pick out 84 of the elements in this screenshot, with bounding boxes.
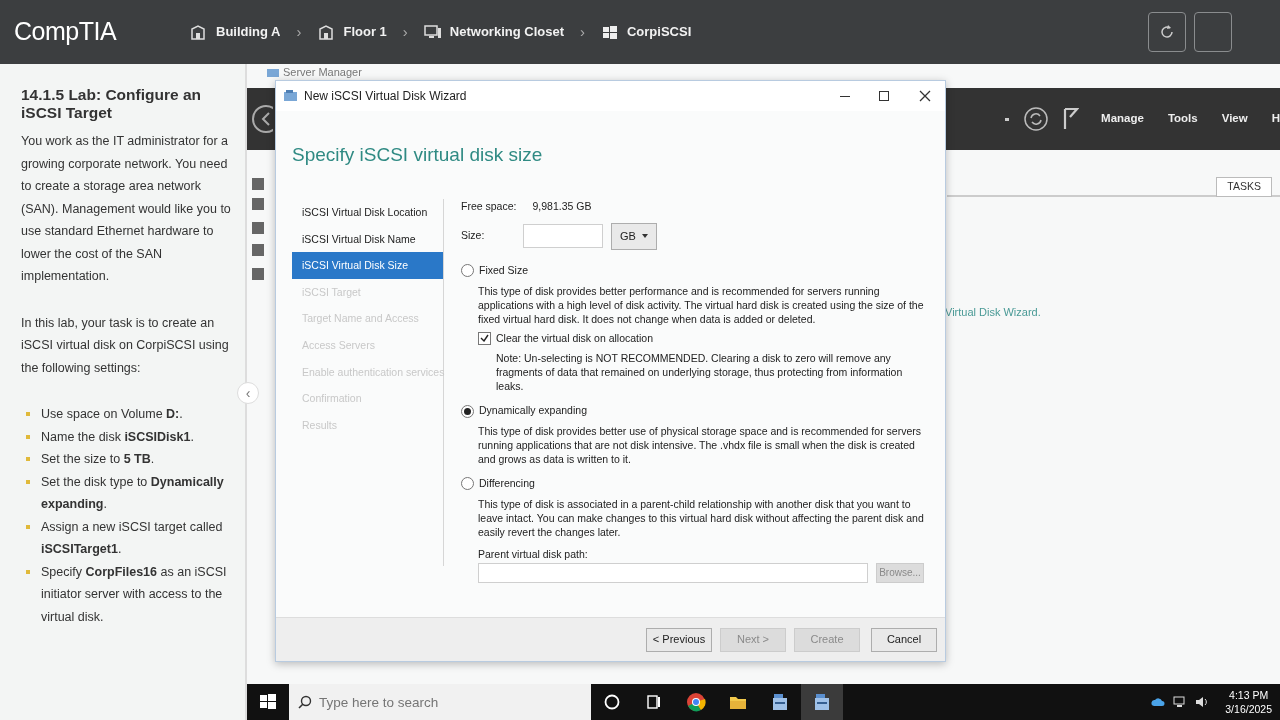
refresh-icon [1023, 106, 1050, 132]
monitor-icon [423, 23, 442, 41]
breadcrumb-separator: › [402, 21, 408, 42]
network-icon[interactable] [1173, 696, 1188, 708]
size-input[interactable] [523, 224, 603, 249]
radio-option[interactable]: Dynamically expanding [461, 403, 924, 419]
bullet-icon [26, 434, 30, 439]
breadcrumb-link[interactable]: Floor 1 [317, 22, 387, 42]
toolbar-button[interactable] [1194, 12, 1232, 52]
instructions-text: In this lab, your task is to create an iSCSI virtual disk on CorpiSCSI using the following settings: [21, 314, 230, 377]
lab-title: 14.1.5 Lab: Configure an iSCSI Target [21, 86, 202, 122]
server-icon [267, 67, 279, 77]
flag-icon [1063, 107, 1080, 131]
logo: CompTIA [13, 16, 118, 48]
radio-button[interactable] [461, 404, 474, 418]
window-title: Server Manager [283, 65, 362, 80]
refresh-icon [1158, 23, 1176, 41]
maximize-icon[interactable] [878, 90, 890, 102]
breadcrumb-link[interactable]: Building A [190, 22, 281, 42]
wizard-icon [282, 89, 300, 103]
speaker-icon[interactable] [1195, 696, 1210, 708]
caret-icon [642, 234, 648, 239]
bullet-icon [26, 569, 30, 574]
menu-item[interactable]: View [1221, 110, 1248, 128]
task-item: Set the disk type to Dynamically expanding. [41, 473, 225, 513]
bullet-icon [26, 457, 30, 461]
search-field[interactable]: Type here to search [289, 684, 591, 720]
bullet-icon [26, 479, 30, 484]
path-label: Parent virtual disk path: [477, 546, 589, 562]
clock-time[interactable]: 4:13 PM [1225, 688, 1272, 702]
wizard-button[interactable]: < Previous [646, 627, 712, 652]
menu-item[interactable]: H [1271, 110, 1280, 128]
cloud-icon[interactable] [1151, 697, 1166, 707]
path-input[interactable] [478, 562, 868, 583]
breadcrumb-link[interactable]: CorpiSCSI [601, 22, 692, 42]
close-icon[interactable] [919, 90, 931, 102]
server-icon [770, 692, 790, 712]
note-text: Note: Un-selecting is NOT RECOMMENDED. Clearing a disk to zero will remove any fragments of data that remained on underlying storage, thus protecting from information leaks. [495, 351, 904, 394]
back-icon [251, 104, 273, 134]
cortana-icon [602, 692, 622, 712]
radio-button[interactable] [461, 477, 474, 491]
building-icon [317, 23, 336, 41]
wizard-step[interactable]: iSCSI Virtual Disk Size [292, 252, 443, 279]
menu-item[interactable]: Tools [1167, 110, 1198, 128]
bullet-icon [26, 524, 30, 529]
task-item: Set the size to 5 TB. [41, 451, 155, 468]
search-icon [298, 695, 312, 709]
radio-option[interactable]: Fixed Size [461, 262, 924, 279]
wizard-button[interactable]: Cancel [871, 627, 937, 652]
free-space-label: Free space: [461, 199, 517, 214]
instructions-text: You work as the IT administrator for a growing corporate network. You need to create a storage area network (SAN). Management would like you to use standard Ethernet hardware to lower the cost of the SAN implementation. [21, 133, 231, 285]
breadcrumb-separator: › [296, 21, 302, 42]
wizard-step[interactable]: iSCSI Virtual Disk Name [292, 225, 443, 253]
unit-dropdown[interactable]: GB [611, 222, 657, 250]
task-item: Name the disk iSCSIDisk1. [41, 428, 194, 446]
taskbar-button[interactable] [801, 684, 843, 720]
option-description: This type of disk provides better use of physical storage space and is recommended for servers running applications that are not disk intensive. The .vhdx file is small when the disk is created and grows as data is written to it. [477, 424, 922, 466]
check-icon [480, 334, 489, 343]
window-title: New iSCSI Virtual Disk Wizard [304, 88, 468, 105]
radio-button[interactable] [461, 264, 474, 278]
server-icon [812, 692, 832, 712]
refresh-button[interactable] [1148, 12, 1186, 52]
wizard-step[interactable]: iSCSI Virtual Disk Location [292, 199, 443, 226]
checkbox[interactable] [478, 331, 491, 345]
size-label: Size: [461, 228, 486, 244]
windows-icon [260, 694, 276, 710]
windows-icon [601, 23, 619, 41]
clock-date[interactable]: 3/16/2025 [1225, 702, 1272, 716]
tasks-button[interactable]: TASKS [1216, 177, 1272, 197]
checkbox-option[interactable]: Clear the virtual disk on allocation [461, 325, 924, 347]
breadcrumb-separator: › [580, 21, 585, 42]
chrome-icon [686, 692, 706, 712]
building-icon [190, 23, 208, 41]
option-description: This type of disk is associated in a parent-child relationship with another disk that you want to leave intact. You can make changes to this virtual hard disk without affecting the parent disk and easily revert the changes later. [477, 496, 924, 539]
radio-option[interactable]: Differencing [461, 476, 924, 492]
bullet-icon [26, 412, 30, 416]
task-item: Assign a new iSCSI target called iSCSITarget1. [41, 518, 224, 558]
page-heading: Specify iSCSI virtual disk size [291, 143, 544, 167]
task-item: Specify CorpFiles16 as an iSCSI initiator server with access to the virtual disk. [41, 563, 228, 626]
menu-item[interactable]: Manage [1101, 110, 1144, 128]
option-description: This type of disk provides better performance and is recommended for servers running applications with a high level of disk activity. The virtual hard disk is created using the size of the fixed virtual hard disk. It does not change when data is added or deleted. [477, 283, 924, 326]
free-space-value: 9,981.35 GB [532, 199, 592, 214]
breadcrumb-link[interactable]: Networking Closet [423, 22, 564, 42]
task-item: Use space on Volume D:. [41, 406, 183, 423]
